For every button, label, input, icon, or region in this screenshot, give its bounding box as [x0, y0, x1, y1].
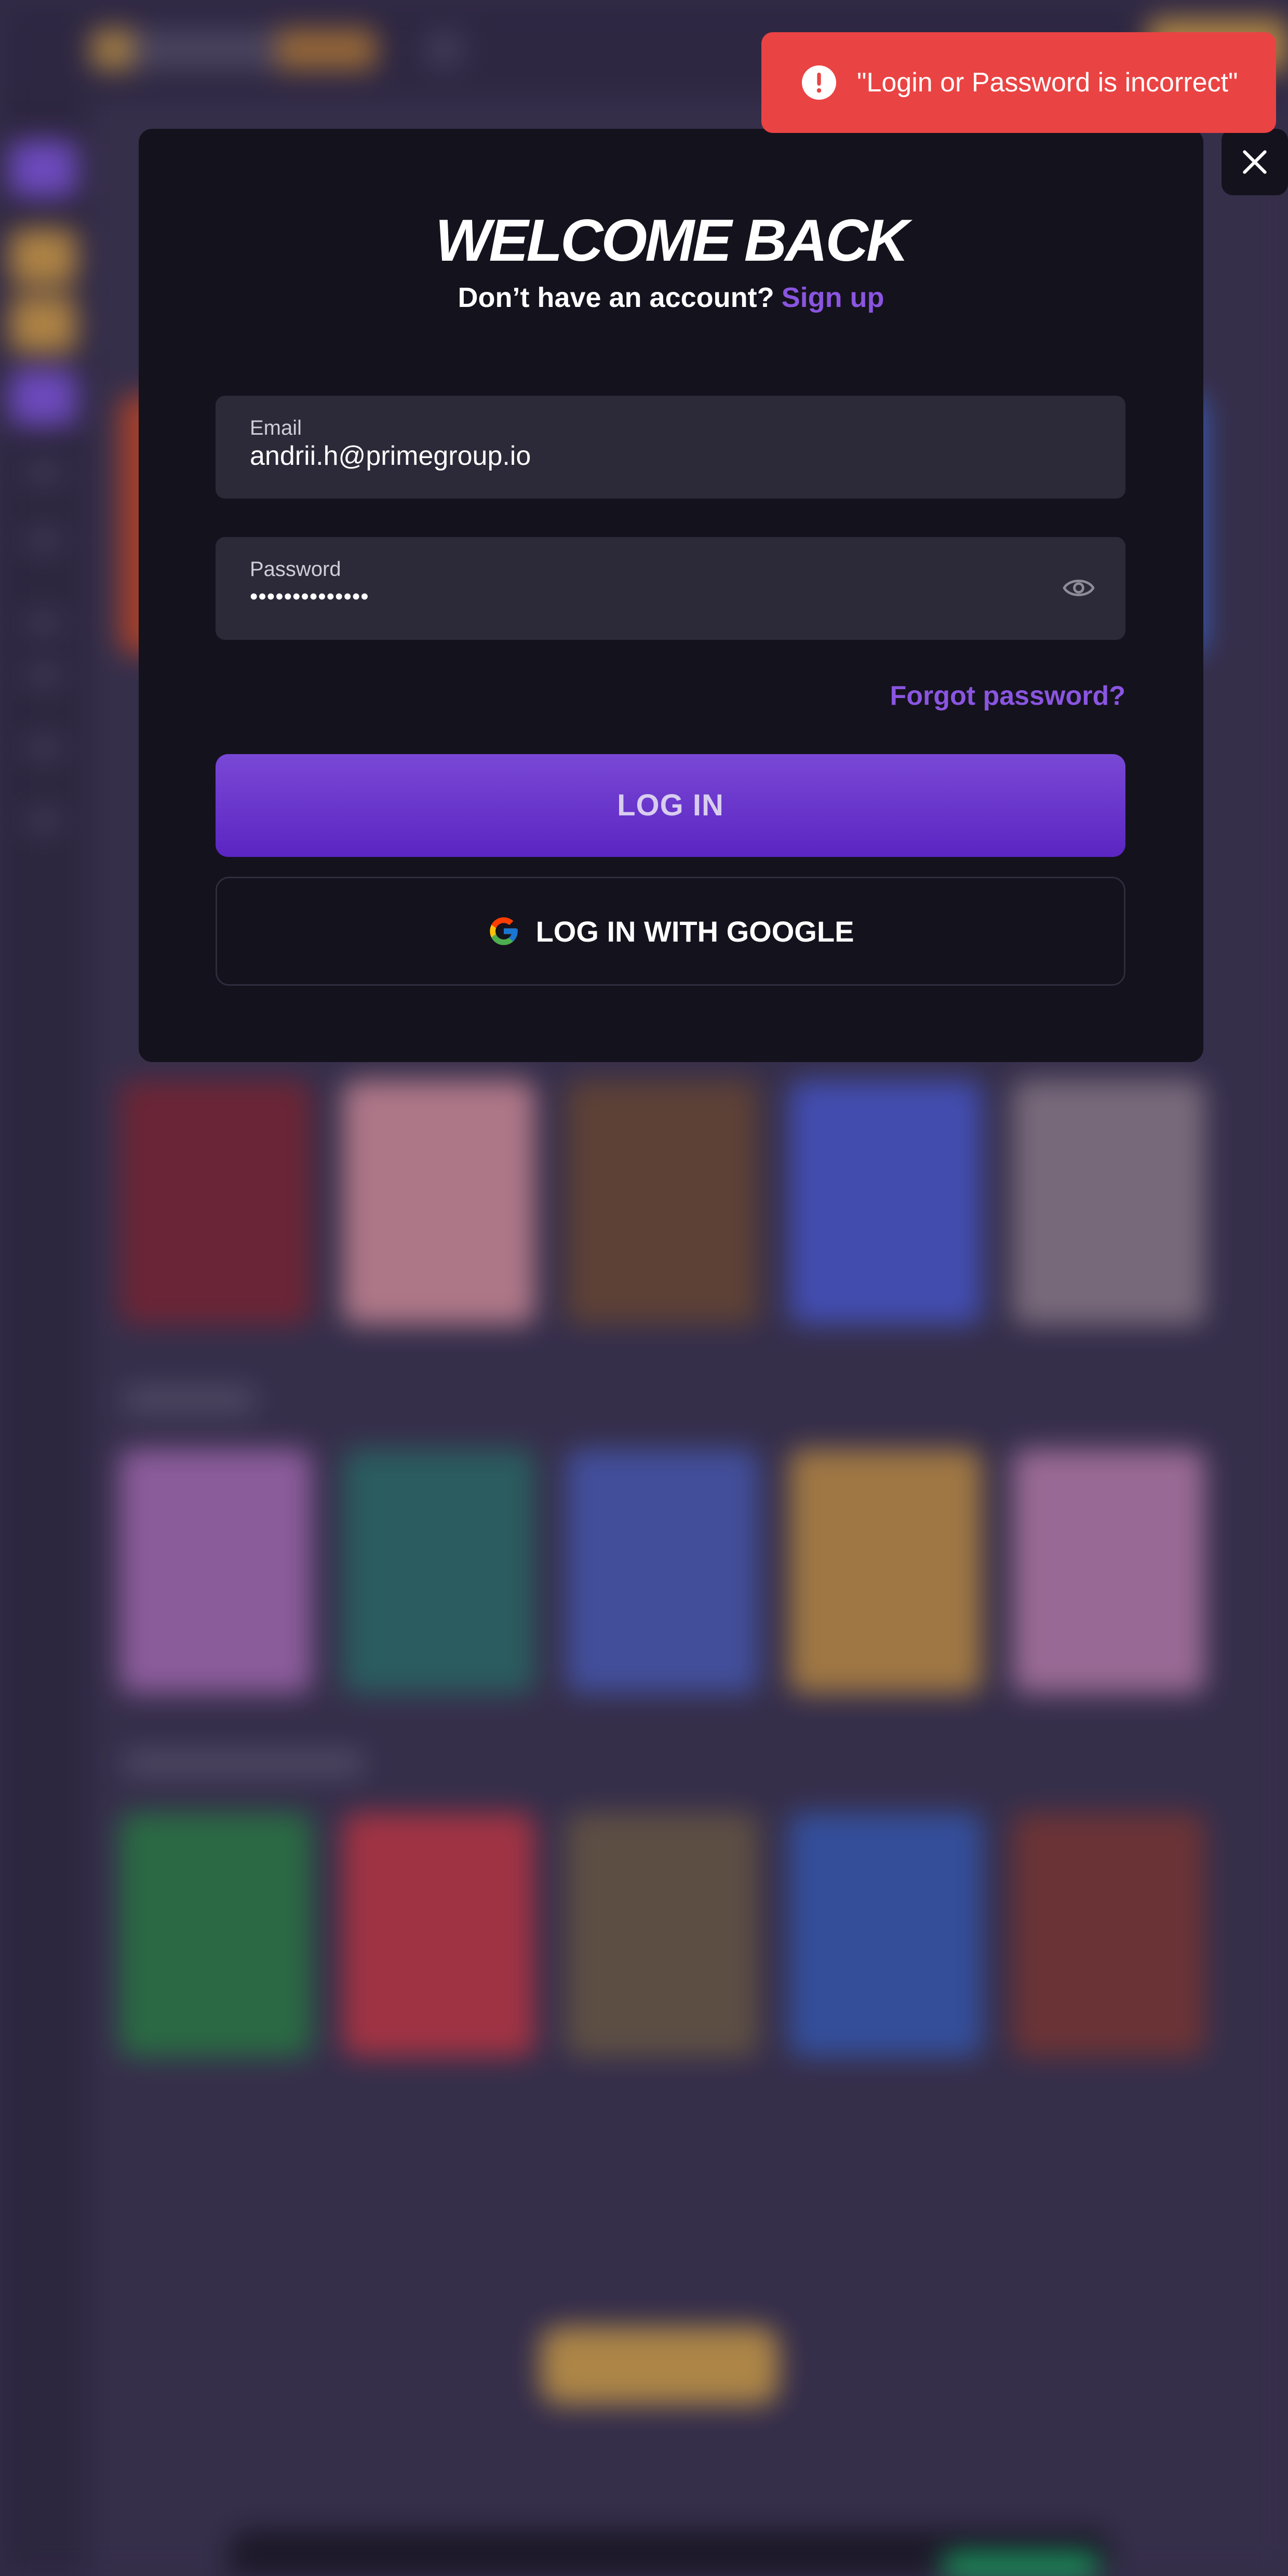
modal-title: WELCOME BACK: [435, 208, 909, 274]
error-toast[interactable]: "Login or Password is incorrect": [761, 32, 1276, 133]
google-icon: [489, 917, 518, 945]
login-modal: WELCOME BACK Don’t have an account? Sign …: [139, 129, 1203, 1062]
password-label: Password: [250, 558, 341, 581]
google-login-button[interactable]: LOG IN WITH GOOGLE: [216, 877, 1125, 986]
error-icon: [802, 65, 836, 100]
google-login-label: LOG IN WITH GOOGLE: [535, 915, 854, 948]
close-modal-button[interactable]: [1222, 129, 1288, 195]
eye-icon[interactable]: [1062, 573, 1095, 602]
close-icon: [1243, 150, 1267, 174]
email-label: Email: [250, 417, 302, 439]
signup-prompt-text: Don’t have an account?: [458, 282, 774, 313]
email-input[interactable]: andrii.h@primegroup.io: [250, 440, 531, 472]
email-field[interactable]: Email andrii.h@primegroup.io: [216, 396, 1125, 499]
signup-link[interactable]: Sign up: [782, 282, 884, 313]
signup-prompt-line: Don’t have an account? Sign up: [139, 281, 1203, 314]
password-field[interactable]: Password ••••••••••••••: [216, 537, 1125, 640]
toast-message: "Login or Password is incorrect": [857, 68, 1238, 98]
login-button[interactable]: LOG IN: [216, 754, 1125, 857]
password-input[interactable]: ••••••••••••••: [250, 584, 369, 610]
forgot-password-link[interactable]: Forgot password?: [890, 680, 1125, 712]
